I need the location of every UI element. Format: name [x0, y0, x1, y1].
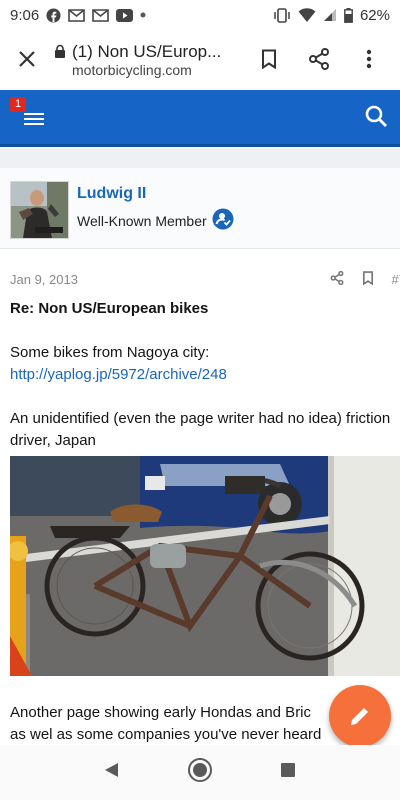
close-tab-button[interactable]: [0, 30, 54, 88]
back-nav-button[interactable]: [103, 761, 121, 784]
bookmark-post-icon[interactable]: [362, 270, 374, 288]
page-title: (1) Non US/Europ...: [72, 41, 222, 61]
verified-member-icon: [212, 208, 234, 233]
post-body: Re: Non US/European bikes Some bikes fro…: [10, 298, 392, 452]
system-nav-bar: [0, 745, 400, 800]
more-options-button[interactable]: [344, 30, 394, 88]
notification-badge: 1: [10, 97, 26, 112]
recents-nav-button[interactable]: [279, 761, 297, 784]
post-link[interactable]: http://yaplog.jp/5972/archive/248: [10, 366, 227, 383]
facebook-icon: [46, 7, 61, 23]
dot-icon: [140, 12, 146, 18]
gmail-icon: [92, 8, 110, 22]
post-user-block: Ludwig II Well-Known Member: [0, 168, 400, 249]
share-button[interactable]: [294, 30, 344, 88]
battery-icon: [344, 7, 353, 23]
post-text-line: Some bikes from Nagoya city:: [10, 344, 210, 361]
youtube-icon: [116, 8, 134, 22]
user-title-row: Well-Known Member: [77, 208, 234, 233]
search-icon: [365, 105, 387, 127]
post-image-bicycle[interactable]: [10, 456, 400, 676]
recents-square-icon: [281, 763, 295, 777]
bookmark-icon: [262, 49, 276, 69]
back-triangle-icon: [105, 763, 118, 777]
signal-icon: [323, 8, 337, 22]
home-circle-icon: [188, 758, 212, 782]
post-text-line: Another page showing early Hondas and Br…: [10, 704, 312, 721]
breadcrumb-bar: [0, 148, 400, 169]
bookmark-button[interactable]: [244, 30, 294, 88]
battery-percent: 62%: [359, 6, 390, 24]
post-title: Re: Non US/European bikes: [10, 300, 209, 317]
clock: 9:06: [10, 6, 40, 24]
browser-toolbar: (1) Non US/Europ... motorbicycling.com: [0, 30, 400, 88]
post-number[interactable]: #7: [392, 272, 400, 287]
more-vert-icon: [366, 49, 372, 69]
gmail-icon: [68, 8, 86, 22]
user-title: Well-Known Member: [77, 212, 207, 229]
username-link[interactable]: Ludwig II: [77, 185, 146, 203]
wifi-icon: [298, 7, 316, 23]
vibrate-icon: [273, 7, 291, 23]
close-icon: [19, 51, 35, 67]
status-bar: 9:06 62%: [0, 0, 400, 30]
site-header: 1: [0, 90, 400, 147]
share-icon: [309, 48, 329, 70]
share-post-icon[interactable]: [330, 270, 344, 288]
post-meta: Jan 9, 2013 #7: [0, 264, 400, 294]
lock-icon: [54, 44, 66, 64]
url-area[interactable]: (1) Non US/Europ... motorbicycling.com: [54, 39, 244, 80]
page-domain: motorbicycling.com: [72, 61, 192, 78]
edit-pencil-icon: [351, 708, 368, 725]
post-date[interactable]: Jan 9, 2013: [10, 272, 78, 287]
search-button[interactable]: [362, 102, 392, 132]
home-nav-button[interactable]: [187, 757, 213, 788]
post-text-line: An unidentified (even the page writer ha…: [10, 410, 391, 449]
avatar[interactable]: [10, 181, 69, 239]
reply-fab-button[interactable]: [329, 685, 391, 747]
